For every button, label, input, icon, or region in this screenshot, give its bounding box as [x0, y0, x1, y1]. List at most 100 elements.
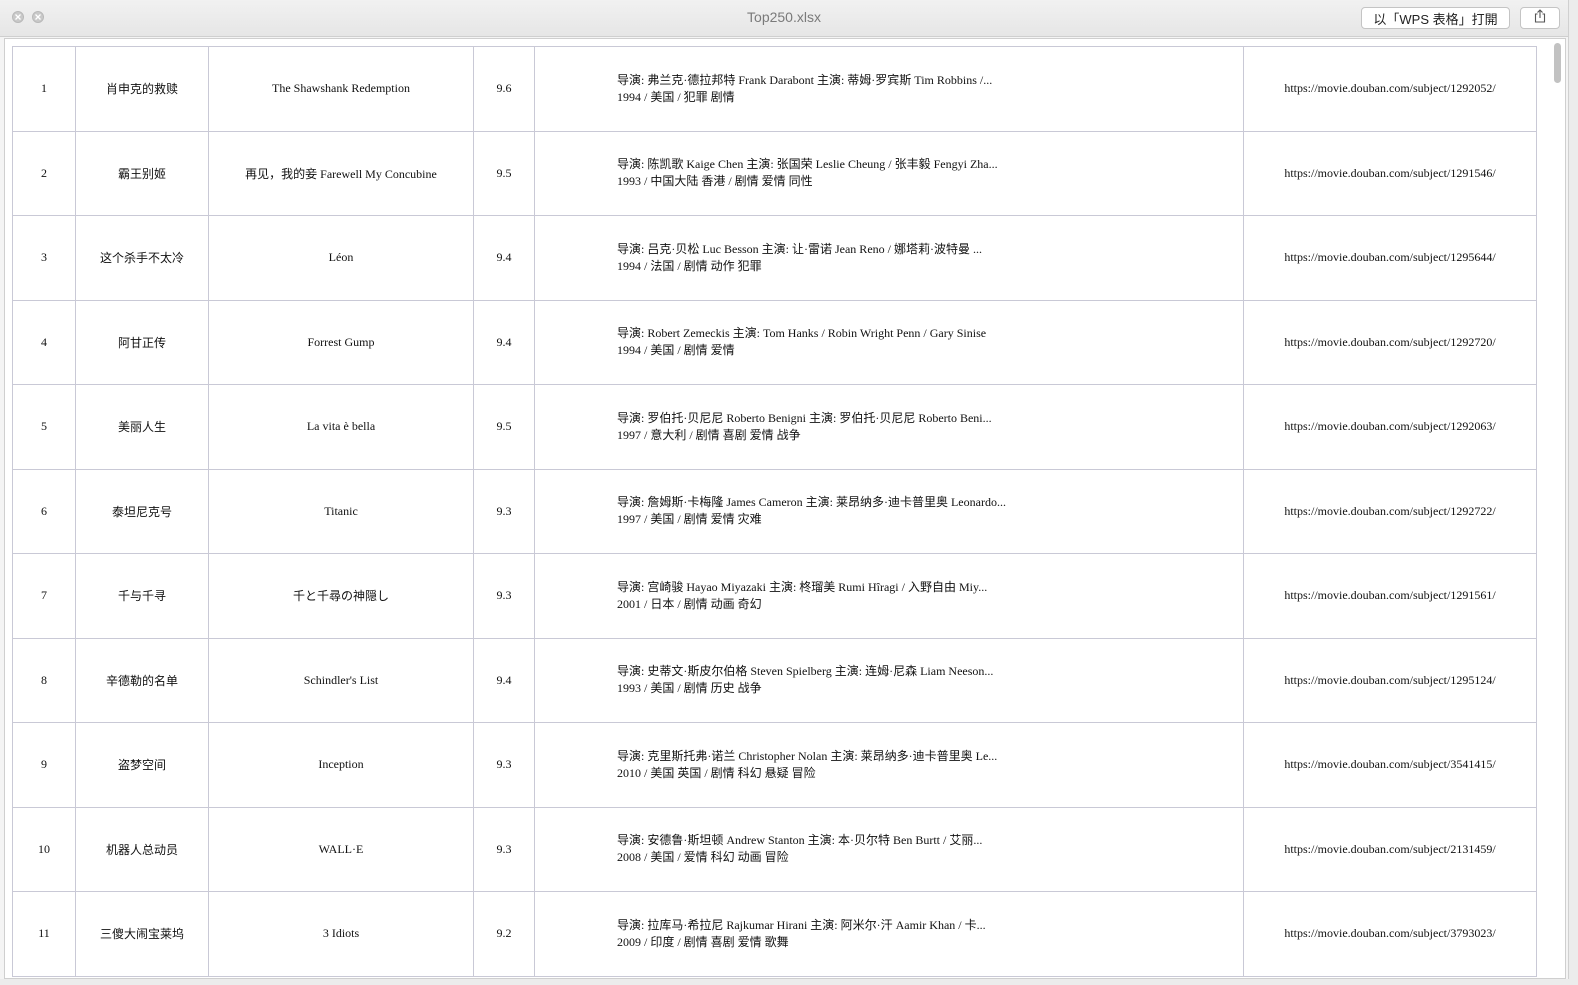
rating-cell[interactable]: 9.3	[473, 553, 535, 639]
rating-cell[interactable]: 9.4	[473, 637, 535, 723]
chinese-title-cell[interactable]: 盗梦空间	[75, 722, 209, 808]
year-country-genre-line: 1994 / 美国 / 犯罪 剧情	[617, 89, 735, 104]
vertical-scrollbar[interactable]	[1553, 43, 1561, 978]
url-cell[interactable]: https://movie.douban.com/subject/1295644…	[1243, 215, 1537, 301]
rating-cell[interactable]: 9.6	[473, 46, 535, 132]
director-cast-line: 导演: 弗兰克·德拉邦特 Frank Darabont 主演: 蒂姆·罗宾斯 T…	[617, 72, 993, 87]
original-title-cell[interactable]: Léon	[208, 215, 474, 301]
url-cell[interactable]: https://movie.douban.com/subject/3793023…	[1243, 891, 1537, 977]
table-row: 8 辛德勒的名单 Schindler's List 9.4 导演: 史蒂文·斯皮尔伯格 …	[12, 637, 1537, 723]
url-cell[interactable]: https://movie.douban.com/subject/1291561…	[1243, 553, 1537, 639]
rank-cell[interactable]: 4	[12, 299, 76, 385]
info-cell[interactable]: 导演: 陈凯歌 Kaige Chen 主演: 张国荣 Leslie Cheung…	[534, 130, 1244, 216]
rank-cell[interactable]: 8	[12, 637, 76, 723]
info-cell[interactable]: 导演: 安德鲁·斯坦顿 Andrew Stanton 主演: 本·贝尔特 Ben…	[534, 806, 1244, 892]
chinese-title-cell[interactable]: 千与千寻	[75, 553, 209, 639]
original-title-cell[interactable]: Titanic	[208, 468, 474, 554]
rating-cell[interactable]: 9.5	[473, 384, 535, 470]
chinese-title-cell[interactable]: 阿甘正传	[75, 299, 209, 385]
info-cell[interactable]: 导演: Robert Zemeckis 主演: Tom Hanks / Robi…	[534, 299, 1244, 385]
rank-cell[interactable]: 9	[12, 722, 76, 808]
rating-cell[interactable]: 9.4	[473, 299, 535, 385]
year-country-genre-line: 1994 / 美国 / 剧情 爱情	[617, 343, 735, 358]
chinese-title-cell[interactable]: 机器人总动员	[75, 806, 209, 892]
rating-cell[interactable]: 9.3	[473, 468, 535, 554]
info-cell[interactable]: 导演: 宫崎骏 Hayao Miyazaki 主演: 柊瑠美 Rumi Hîra…	[534, 553, 1244, 639]
share-icon	[1533, 8, 1547, 28]
table-row: 1 肖申克的救赎 The Shawshank Redemption 9.6 导演: 弗兰…	[12, 46, 1537, 132]
year-country-genre-line: 1997 / 美国 / 剧情 爱情 灾难	[617, 512, 762, 527]
rating-cell[interactable]: 9.5	[473, 130, 535, 216]
share-button[interactable]	[1520, 7, 1560, 29]
chinese-title-cell[interactable]: 肖申克的救赎	[75, 46, 209, 132]
rank-cell[interactable]: 1	[12, 46, 76, 132]
scrollbar-thumb[interactable]	[1554, 43, 1561, 83]
url-cell[interactable]: https://movie.douban.com/subject/3541415…	[1243, 722, 1537, 808]
info-cell[interactable]: 导演: 詹姆斯·卡梅隆 James Cameron 主演: 莱昂纳多·迪卡普里奥…	[534, 468, 1244, 554]
table-row: 2 霸王别姬 再见，我的妾 Farewell My Concubine 9.5 导演: …	[12, 130, 1537, 216]
info-cell[interactable]: 导演: 吕克·贝松 Luc Besson 主演: 让·雷诺 Jean Reno …	[534, 215, 1244, 301]
info-cell[interactable]: 导演: 史蒂文·斯皮尔伯格 Steven Spielberg 主演: 连姆·尼森…	[534, 637, 1244, 723]
chinese-title-cell[interactable]: 这个杀手不太冷	[75, 215, 209, 301]
table-row: 5 美丽人生 La vita è bella 9.5 导演: 罗伯托·贝尼尼 Rober…	[12, 384, 1537, 470]
spreadsheet-preview[interactable]: 1 肖申克的救赎 The Shawshank Redemption 9.6 导演: 弗兰…	[4, 38, 1566, 979]
director-cast-line: 导演: 吕克·贝松 Luc Besson 主演: 让·雷诺 Jean Reno …	[617, 241, 982, 256]
rank-cell[interactable]: 3	[12, 215, 76, 301]
open-with-wps-button[interactable]: 以「WPS 表格」打開	[1361, 7, 1510, 29]
minimize-icon[interactable]	[32, 11, 44, 23]
url-cell[interactable]: https://movie.douban.com/subject/1292722…	[1243, 468, 1537, 554]
url-cell[interactable]: https://movie.douban.com/subject/2131459…	[1243, 806, 1537, 892]
url-cell[interactable]: https://movie.douban.com/subject/1292063…	[1243, 384, 1537, 470]
year-country-genre-line: 2008 / 美国 / 爱情 科幻 动画 冒险	[617, 850, 789, 865]
original-title-cell[interactable]: 千と千尋の神隠し	[208, 553, 474, 639]
table-row: 11 三傻大闹宝莱坞 3 Idiots 9.2 导演: 拉库马·希拉尼 Rajkumar…	[12, 891, 1537, 977]
url-cell[interactable]: https://movie.douban.com/subject/1292052…	[1243, 46, 1537, 132]
year-country-genre-line: 1994 / 法国 / 剧情 动作 犯罪	[617, 258, 762, 273]
info-cell[interactable]: 导演: 弗兰克·德拉邦特 Frank Darabont 主演: 蒂姆·罗宾斯 T…	[534, 46, 1244, 132]
info-cell[interactable]: 导演: 罗伯托·贝尼尼 Roberto Benigni 主演: 罗伯托·贝尼尼 …	[534, 384, 1244, 470]
rank-cell[interactable]: 5	[12, 384, 76, 470]
original-title-cell[interactable]: WALL·E	[208, 806, 474, 892]
info-cell[interactable]: 导演: 克里斯托弗·诺兰 Christopher Nolan 主演: 莱昂纳多·…	[534, 722, 1244, 808]
rank-cell[interactable]: 10	[12, 806, 76, 892]
title-bar[interactable]: Top250.xlsx 以「WPS 表格」打開	[0, 0, 1568, 37]
table-row: 6 泰坦尼克号 Titanic 9.3 导演: 詹姆斯·卡梅隆 James Camero…	[12, 468, 1537, 554]
chinese-title-cell[interactable]: 霸王别姬	[75, 130, 209, 216]
close-icon[interactable]	[12, 11, 24, 23]
original-title-cell[interactable]: 3 Idiots	[208, 891, 474, 977]
quicklook-window: Top250.xlsx 以「WPS 表格」打開 1 肖申克的救赎 The Shaws…	[0, 0, 1569, 979]
director-cast-line: 导演: 史蒂文·斯皮尔伯格 Steven Spielberg 主演: 连姆·尼森…	[617, 664, 994, 679]
rating-cell[interactable]: 9.3	[473, 722, 535, 808]
year-country-genre-line: 1993 / 美国 / 剧情 历史 战争	[617, 681, 762, 696]
original-title-cell[interactable]: Schindler's List	[208, 637, 474, 723]
table-row: 9 盗梦空间 Inception 9.3 导演: 克里斯托弗·诺兰 Christophe…	[12, 722, 1537, 808]
director-cast-line: 导演: 宫崎骏 Hayao Miyazaki 主演: 柊瑠美 Rumi Hîra…	[617, 579, 988, 594]
original-title-cell[interactable]: La vita è bella	[208, 384, 474, 470]
original-title-cell[interactable]: The Shawshank Redemption	[208, 46, 474, 132]
director-cast-line: 导演: 陈凯歌 Kaige Chen 主演: 张国荣 Leslie Cheung…	[617, 157, 998, 172]
rating-cell[interactable]: 9.2	[473, 891, 535, 977]
info-cell[interactable]: 导演: 拉库马·希拉尼 Rajkumar Hirani 主演: 阿米尔·汗 Aa…	[534, 891, 1244, 977]
window-title: Top250.xlsx	[747, 9, 821, 25]
original-title-cell[interactable]: Inception	[208, 722, 474, 808]
year-country-genre-line: 2001 / 日本 / 剧情 动画 奇幻	[617, 596, 762, 611]
chinese-title-cell[interactable]: 三傻大闹宝莱坞	[75, 891, 209, 977]
rank-cell[interactable]: 6	[12, 468, 76, 554]
year-country-genre-line: 1993 / 中国大陆 香港 / 剧情 爱情 同性	[617, 174, 813, 189]
director-cast-line: 导演: 拉库马·希拉尼 Rajkumar Hirani 主演: 阿米尔·汗 Aa…	[617, 917, 986, 932]
url-cell[interactable]: https://movie.douban.com/subject/1295124…	[1243, 637, 1537, 723]
director-cast-line: 导演: Robert Zemeckis 主演: Tom Hanks / Robi…	[617, 326, 987, 341]
original-title-cell[interactable]: Forrest Gump	[208, 299, 474, 385]
chinese-title-cell[interactable]: 辛德勒的名单	[75, 637, 209, 723]
rank-cell[interactable]: 7	[12, 553, 76, 639]
rating-cell[interactable]: 9.4	[473, 215, 535, 301]
table-row: 7 千与千寻 千と千尋の神隠し 9.3 导演: 宫崎骏 Hayao Miyazaki 主…	[12, 553, 1537, 639]
rank-cell[interactable]: 11	[12, 891, 76, 977]
rank-cell[interactable]: 2	[12, 130, 76, 216]
url-cell[interactable]: https://movie.douban.com/subject/1292720…	[1243, 299, 1537, 385]
chinese-title-cell[interactable]: 美丽人生	[75, 384, 209, 470]
url-cell[interactable]: https://movie.douban.com/subject/1291546…	[1243, 130, 1537, 216]
rating-cell[interactable]: 9.3	[473, 806, 535, 892]
chinese-title-cell[interactable]: 泰坦尼克号	[75, 468, 209, 554]
original-title-cell[interactable]: 再见，我的妾 Farewell My Concubine	[208, 130, 474, 216]
